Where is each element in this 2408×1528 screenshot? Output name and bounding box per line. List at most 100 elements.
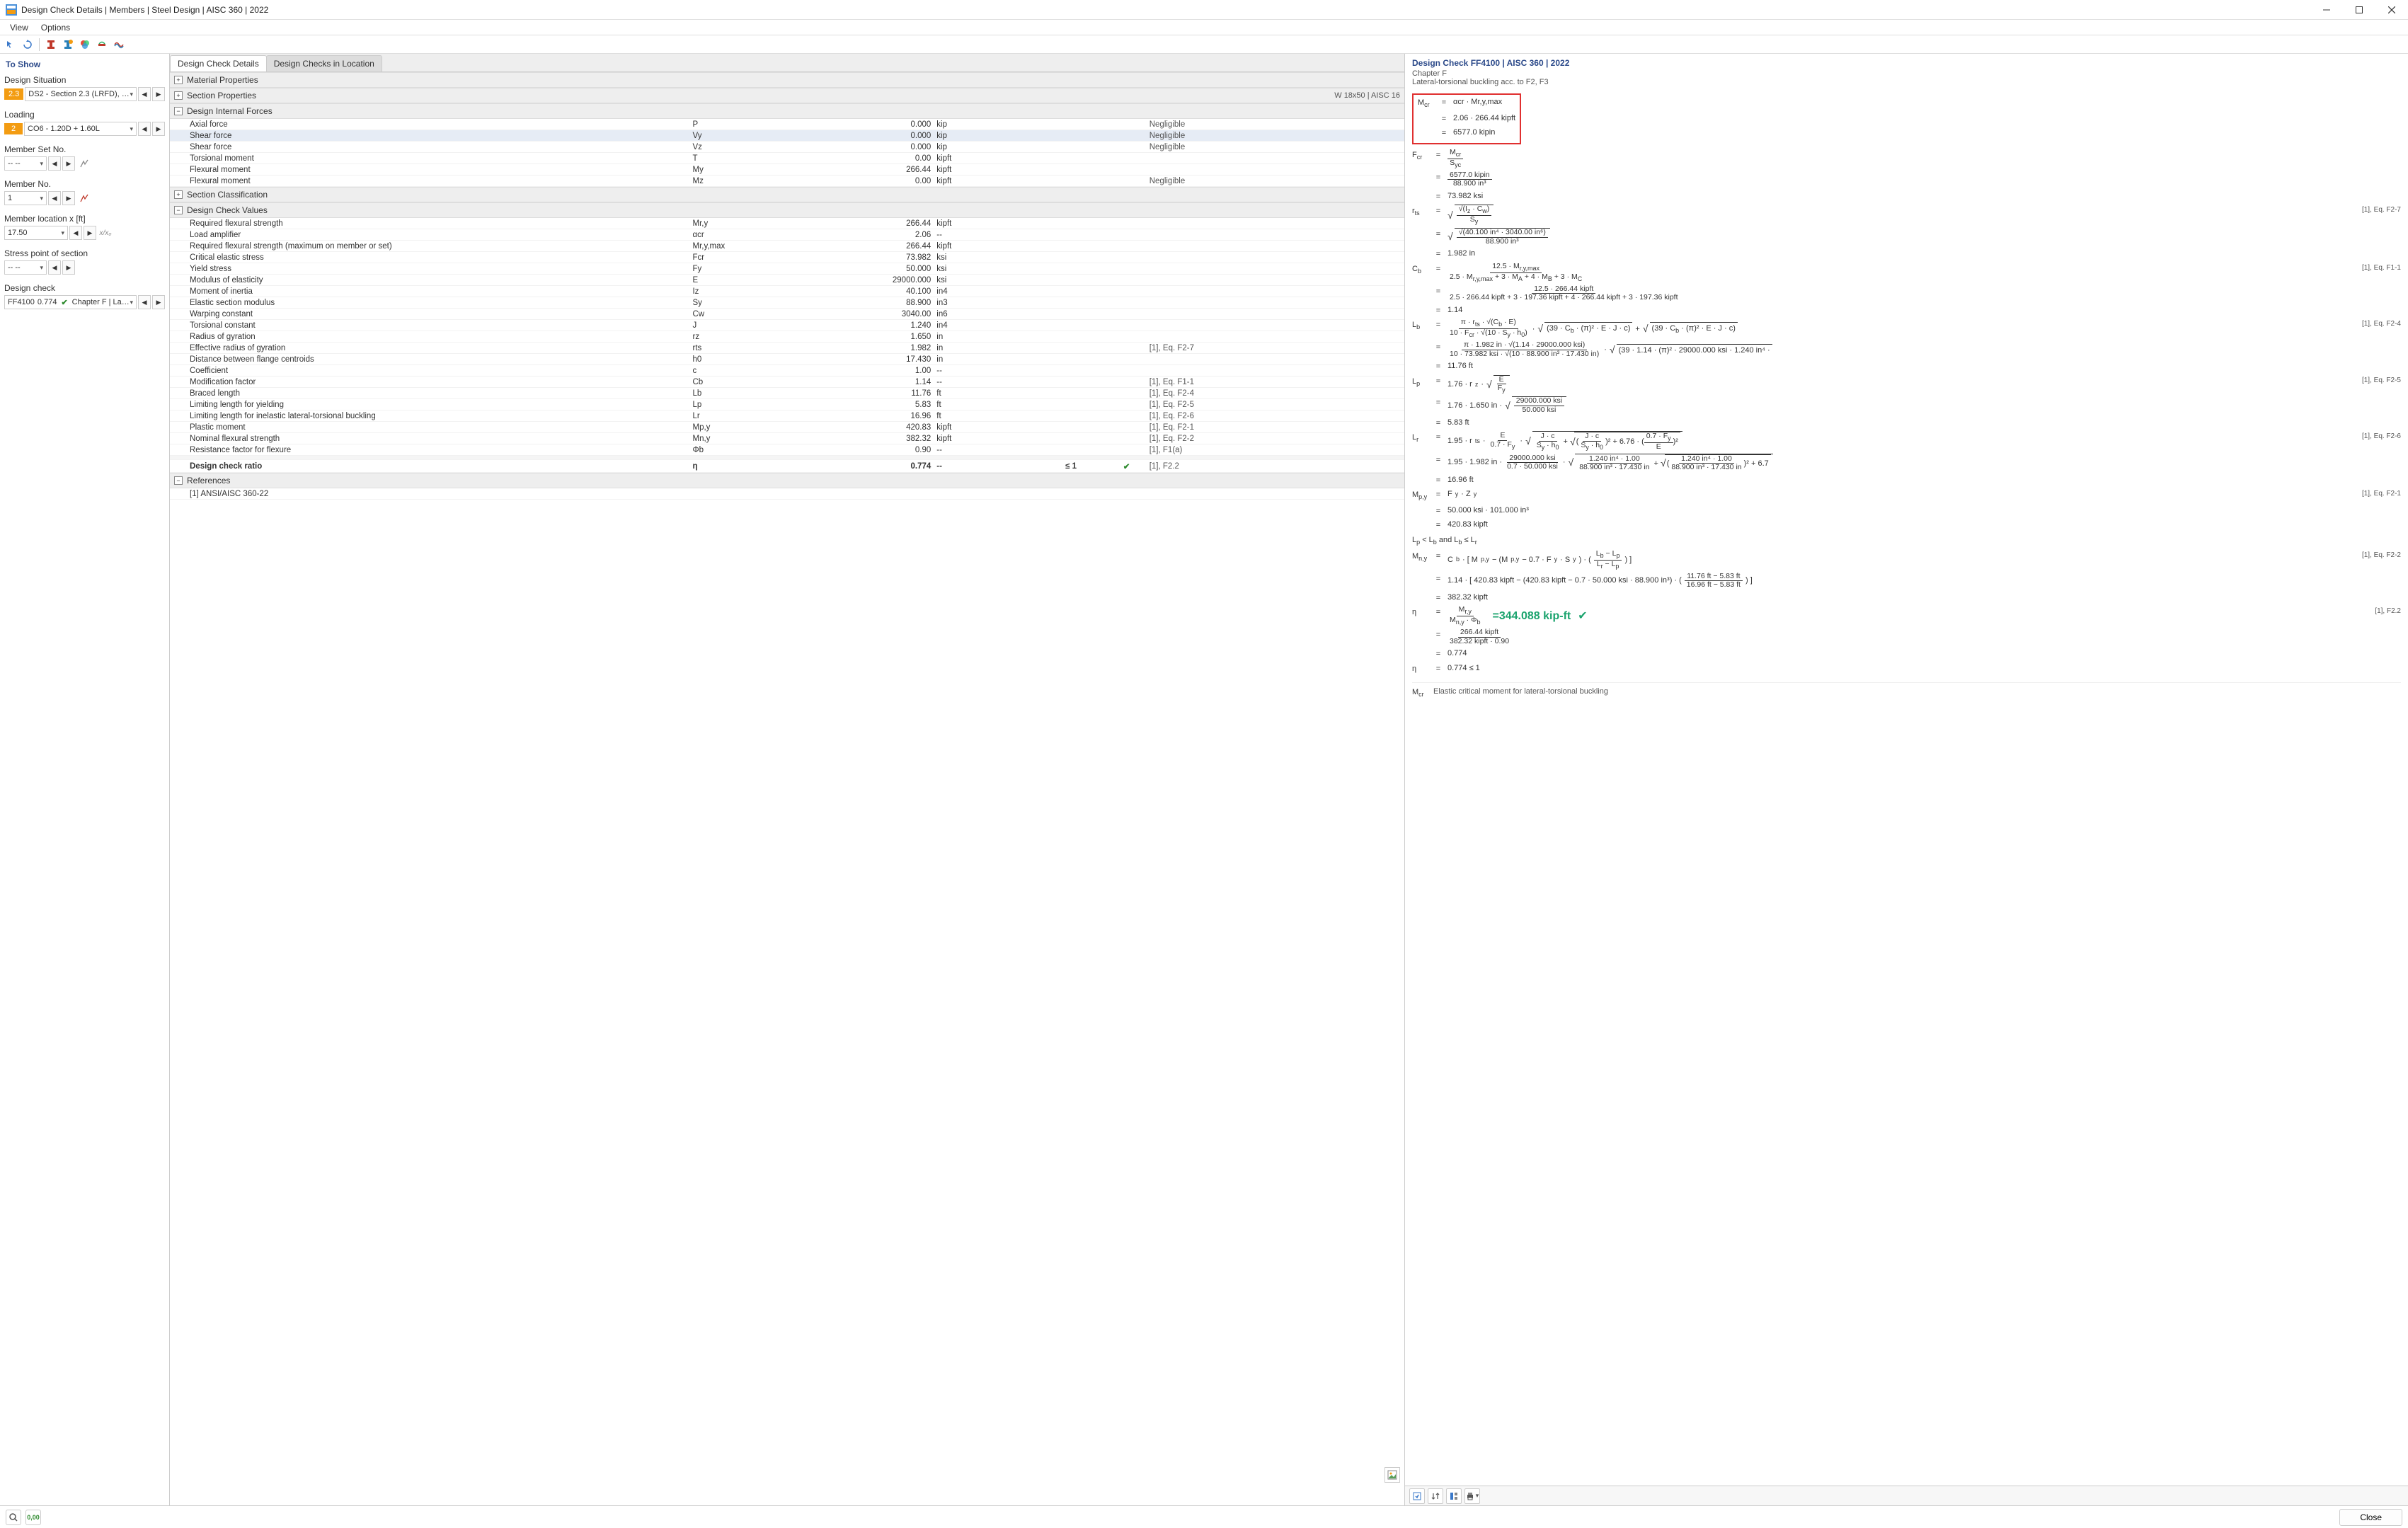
sect-check-values[interactable]: −Design Check Values	[170, 202, 1404, 218]
ds-prev-button[interactable]: ◀	[138, 87, 151, 101]
ld-next-button[interactable]: ▶	[152, 122, 165, 136]
mn-next-button[interactable]: ▶	[62, 191, 75, 205]
center-panel: Design Check Details Design Checks in Lo…	[170, 54, 1405, 1505]
table-row: Braced lengthLb11.76ft[1], Eq. F2-4	[170, 388, 1404, 399]
section-name-label: W 18x50 | AISC 16	[1334, 91, 1400, 100]
design-check-combo[interactable]: FF4100 0.774 ✔ Chapter F | Lateral-to...…	[4, 295, 137, 309]
toolbar	[0, 35, 2408, 54]
table-row: Radius of gyrationrz1.650in	[170, 331, 1404, 343]
rp-export-icon[interactable]	[1409, 1488, 1425, 1504]
table-row: Yield stressFy50.000ksi	[170, 263, 1404, 275]
table-row: Warping constantCw3040.00in6	[170, 309, 1404, 320]
sect-section-props[interactable]: +Section PropertiesW 18x50 | AISC 16	[170, 88, 1404, 103]
stress-point-label: Stress point of section	[4, 248, 165, 258]
menu-view[interactable]: View	[4, 21, 34, 34]
dc-prev-button[interactable]: ◀	[138, 295, 151, 309]
ms-pick-icon[interactable]	[76, 156, 92, 171]
dc-next-button[interactable]: ▶	[152, 295, 165, 309]
table-row: Plastic momentMp,y420.83kipft[1], Eq. F2…	[170, 422, 1404, 433]
minimize-button[interactable]	[2310, 0, 2343, 20]
app-icon	[6, 4, 17, 16]
rp-title: Design Check FF4100 | AISC 360 | 2022	[1405, 54, 2408, 69]
sect-material[interactable]: +Material Properties	[170, 72, 1404, 88]
loading-pill: 2	[4, 123, 23, 134]
table-row: Flexural momentMz0.00kipftNegligible	[170, 176, 1404, 187]
ml-prev-button[interactable]: ◀	[69, 226, 82, 240]
member-set-combo[interactable]: -- --▾	[4, 156, 47, 171]
close-button[interactable]	[2375, 0, 2408, 20]
ml-next-button[interactable]: ▶	[84, 226, 96, 240]
table-row: Moment of inertiaIz40.100in4	[170, 286, 1404, 297]
table-row: Axial forceP0.000kipNegligible	[170, 119, 1404, 130]
table-row: Effective radius of gyrationrts1.982in[1…	[170, 343, 1404, 354]
right-panel: Design Check FF4100 | AISC 360 | 2022 Ch…	[1405, 54, 2408, 1505]
member-loc-combo[interactable]: 17.50▾	[4, 226, 68, 240]
window-controls	[2310, 0, 2408, 20]
close-dialog-button[interactable]: Close	[2339, 1509, 2402, 1526]
ms-prev-button[interactable]: ◀	[48, 156, 61, 171]
stress-point-combo[interactable]: -- --▾	[4, 260, 47, 275]
ms-next-button[interactable]: ▶	[62, 156, 75, 171]
tb-wave-icon[interactable]	[111, 37, 127, 52]
table-row: Elastic section modulusSy88.900in3	[170, 297, 1404, 309]
design-check-label: Design check	[4, 283, 165, 293]
sidebar: To Show Design Situation 2.3 DS2 - Secti…	[0, 54, 170, 1505]
rp-body[interactable]: Mcr=αcr · Mr,y,max =2.06 · 266.44 kipft …	[1405, 91, 2408, 1486]
menu-options[interactable]: Options	[35, 21, 76, 34]
mcr-highlight-box: Mcr=αcr · Mr,y,max =2.06 · 266.44 kipft …	[1412, 93, 1521, 144]
tb-reload-icon[interactable]	[20, 37, 35, 52]
table-row: Critical elastic stressFcr73.982ksi	[170, 252, 1404, 263]
tb-section-icon[interactable]	[43, 37, 59, 52]
tab-details[interactable]: Design Check Details	[170, 55, 267, 71]
result-check-icon: ✔	[1578, 608, 1587, 625]
table-row: Coefficientc1.00--	[170, 365, 1404, 377]
ld-prev-button[interactable]: ◀	[138, 122, 151, 136]
mn-prev-button[interactable]: ◀	[48, 191, 61, 205]
table-row: Torsional momentT0.00kipft	[170, 153, 1404, 164]
footer-units-icon[interactable]: 0,00	[25, 1510, 41, 1525]
rp-chapter: Chapter F	[1405, 69, 2408, 78]
ds-next-button[interactable]: ▶	[152, 87, 165, 101]
member-no-combo[interactable]: 1▾	[4, 191, 47, 205]
tab-location[interactable]: Design Checks in Location	[266, 55, 382, 71]
table-row: Limiting length for inelastic lateral-to…	[170, 410, 1404, 422]
table-row: Required flexural strengthMr,y266.44kipf…	[170, 218, 1404, 229]
forces-table: Axial forceP0.000kipNegligible Shear forc…	[170, 119, 1404, 187]
sect-references[interactable]: −References	[170, 473, 1404, 488]
loading-label: Loading	[4, 110, 165, 120]
result-callout: =344.088 kip-ft	[1493, 608, 1571, 625]
mn-pick-icon[interactable]	[76, 191, 92, 205]
loading-combo[interactable]: CO6 - 1.20D + 1.60L▾	[24, 122, 137, 136]
view-image-icon[interactable]	[1384, 1467, 1400, 1483]
ratio-row: Design check ratioη0.774--≤ 1✔[1], F2.2	[170, 460, 1404, 473]
center-body[interactable]: +Material Properties +Section Properties…	[170, 72, 1404, 1505]
table-row: Shear forceVz0.000kipNegligible	[170, 142, 1404, 153]
footer-search-icon[interactable]	[6, 1510, 21, 1525]
sp-prev-button[interactable]: ◀	[48, 260, 61, 275]
design-situation-combo[interactable]: DS2 - Section 2.3 (LRFD), 1. to 5.▾	[25, 87, 137, 101]
ml-xx0-icon[interactable]: x/x₀	[98, 226, 113, 240]
member-set-label: Member Set No.	[4, 144, 165, 154]
tb-section2-icon[interactable]	[60, 37, 76, 52]
rp-footer: ▾	[1405, 1486, 2408, 1505]
design-situation-pill: 2.3	[4, 88, 23, 100]
sp-next-button[interactable]: ▶	[62, 260, 75, 275]
menubar: View Options	[0, 20, 2408, 35]
design-situation-label: Design Situation	[4, 75, 165, 85]
sect-internal-forces[interactable]: −Design Internal Forces	[170, 103, 1404, 119]
tb-colors-icon[interactable]	[77, 37, 93, 52]
main-area: To Show Design Situation 2.3 DS2 - Secti…	[0, 54, 2408, 1505]
tb-shape-icon[interactable]	[94, 37, 110, 52]
maximize-button[interactable]	[2343, 0, 2375, 20]
rp-sort-icon[interactable]	[1428, 1488, 1443, 1504]
sidebar-header: To Show	[4, 58, 165, 72]
rp-print-icon[interactable]: ▾	[1464, 1488, 1480, 1504]
tb-select-icon[interactable]	[3, 37, 18, 52]
rp-format-icon[interactable]	[1446, 1488, 1462, 1504]
table-row: Resistance factor for flexureΦb0.90--[1]…	[170, 444, 1404, 456]
sect-classification[interactable]: +Section Classification	[170, 187, 1404, 202]
references-table: [1] ANSI/AISC 360-22	[170, 488, 1404, 500]
values-table: Required flexural strengthMr,y266.44kipf…	[170, 218, 1404, 473]
table-row: Distance between flange centroidsh017.43…	[170, 354, 1404, 365]
check-ok-icon: ✔	[61, 298, 67, 307]
